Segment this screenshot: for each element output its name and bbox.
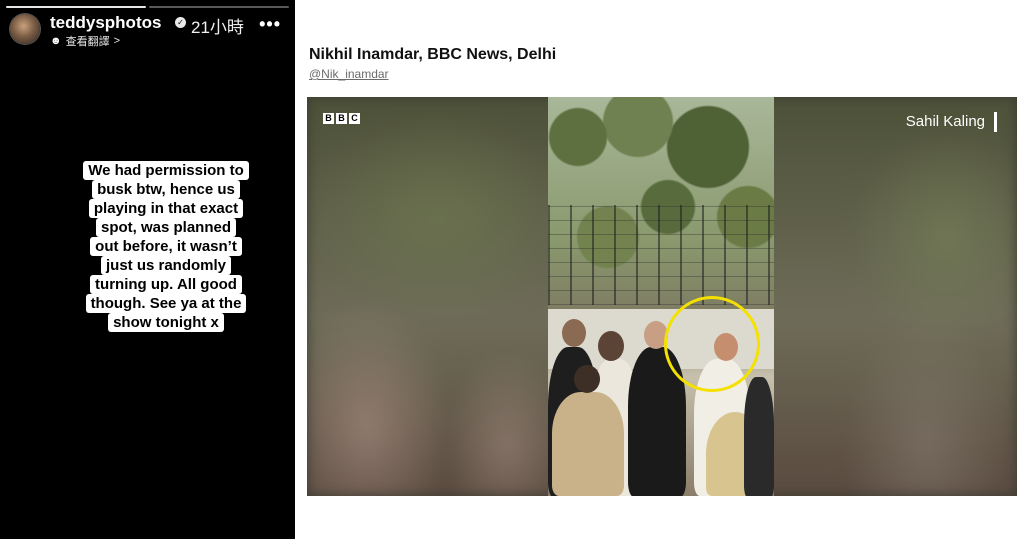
translate-icon: ☻ — [50, 35, 62, 47]
post-author-name[interactable]: Nikhil Inamdar, BBC News, Delhi — [309, 46, 556, 64]
story-header: teddysphotos ✓ 21小時 ••• ☻ 查看翻譯 > — [10, 12, 287, 49]
sticker-line: just us randomly — [100, 256, 232, 275]
bbc-logo-letter: C — [349, 113, 360, 124]
story-timestamp: 21小時 — [191, 18, 244, 37]
sticker-line: out before, it wasn’t — [90, 237, 242, 256]
person-figure — [744, 377, 774, 496]
sticker-line: turning up. All good — [90, 275, 242, 294]
chevron-right-icon: > — [113, 35, 121, 47]
avatar[interactable] — [10, 14, 40, 44]
bbc-logo-letter: B — [323, 113, 334, 124]
sticker-line: playing in that exact — [88, 199, 244, 218]
story-username[interactable]: teddysphotos — [50, 13, 161, 33]
bbc-logo: B B C — [323, 113, 360, 124]
video-byline: Sahil Kaling — [906, 112, 997, 132]
post-author-handle[interactable]: @Nik_inamdar — [309, 67, 389, 81]
verified-badge-icon: ✓ — [175, 17, 186, 28]
see-translation-link[interactable]: ☻ 查看翻譯 > — [50, 33, 120, 49]
person-head — [562, 319, 586, 347]
sticker-line: though. See ya at the — [85, 294, 247, 313]
person-figure — [552, 392, 624, 496]
sticker-line: We had permission to — [83, 161, 249, 180]
story-progress-bar — [6, 6, 289, 8]
sticker-line: spot, was planned — [95, 218, 237, 237]
video-player[interactable]: B B C Sahil Kaling — [307, 97, 1017, 496]
fence-image — [548, 205, 774, 305]
progress-segment — [6, 6, 146, 8]
sticker-line: show tonight x — [108, 313, 224, 332]
embedded-post: Nikhil Inamdar, BBC News, Delhi @Nik_ina… — [295, 0, 1024, 539]
text-sticker: We had permission to busk btw, hence us … — [76, 161, 256, 332]
highlight-circle — [664, 296, 760, 392]
see-translation-label: 查看翻譯 — [65, 36, 110, 48]
progress-segment — [149, 6, 289, 8]
story-panel[interactable]: teddysphotos ✓ 21小時 ••• ☻ 查看翻譯 > We had … — [0, 0, 295, 539]
bbc-logo-letter: B — [336, 113, 347, 124]
person-head — [598, 331, 624, 361]
person-head — [574, 365, 600, 393]
video-frame — [548, 97, 774, 496]
sticker-line: busk btw, hence us — [92, 180, 240, 199]
more-options-button[interactable]: ••• — [259, 14, 281, 35]
